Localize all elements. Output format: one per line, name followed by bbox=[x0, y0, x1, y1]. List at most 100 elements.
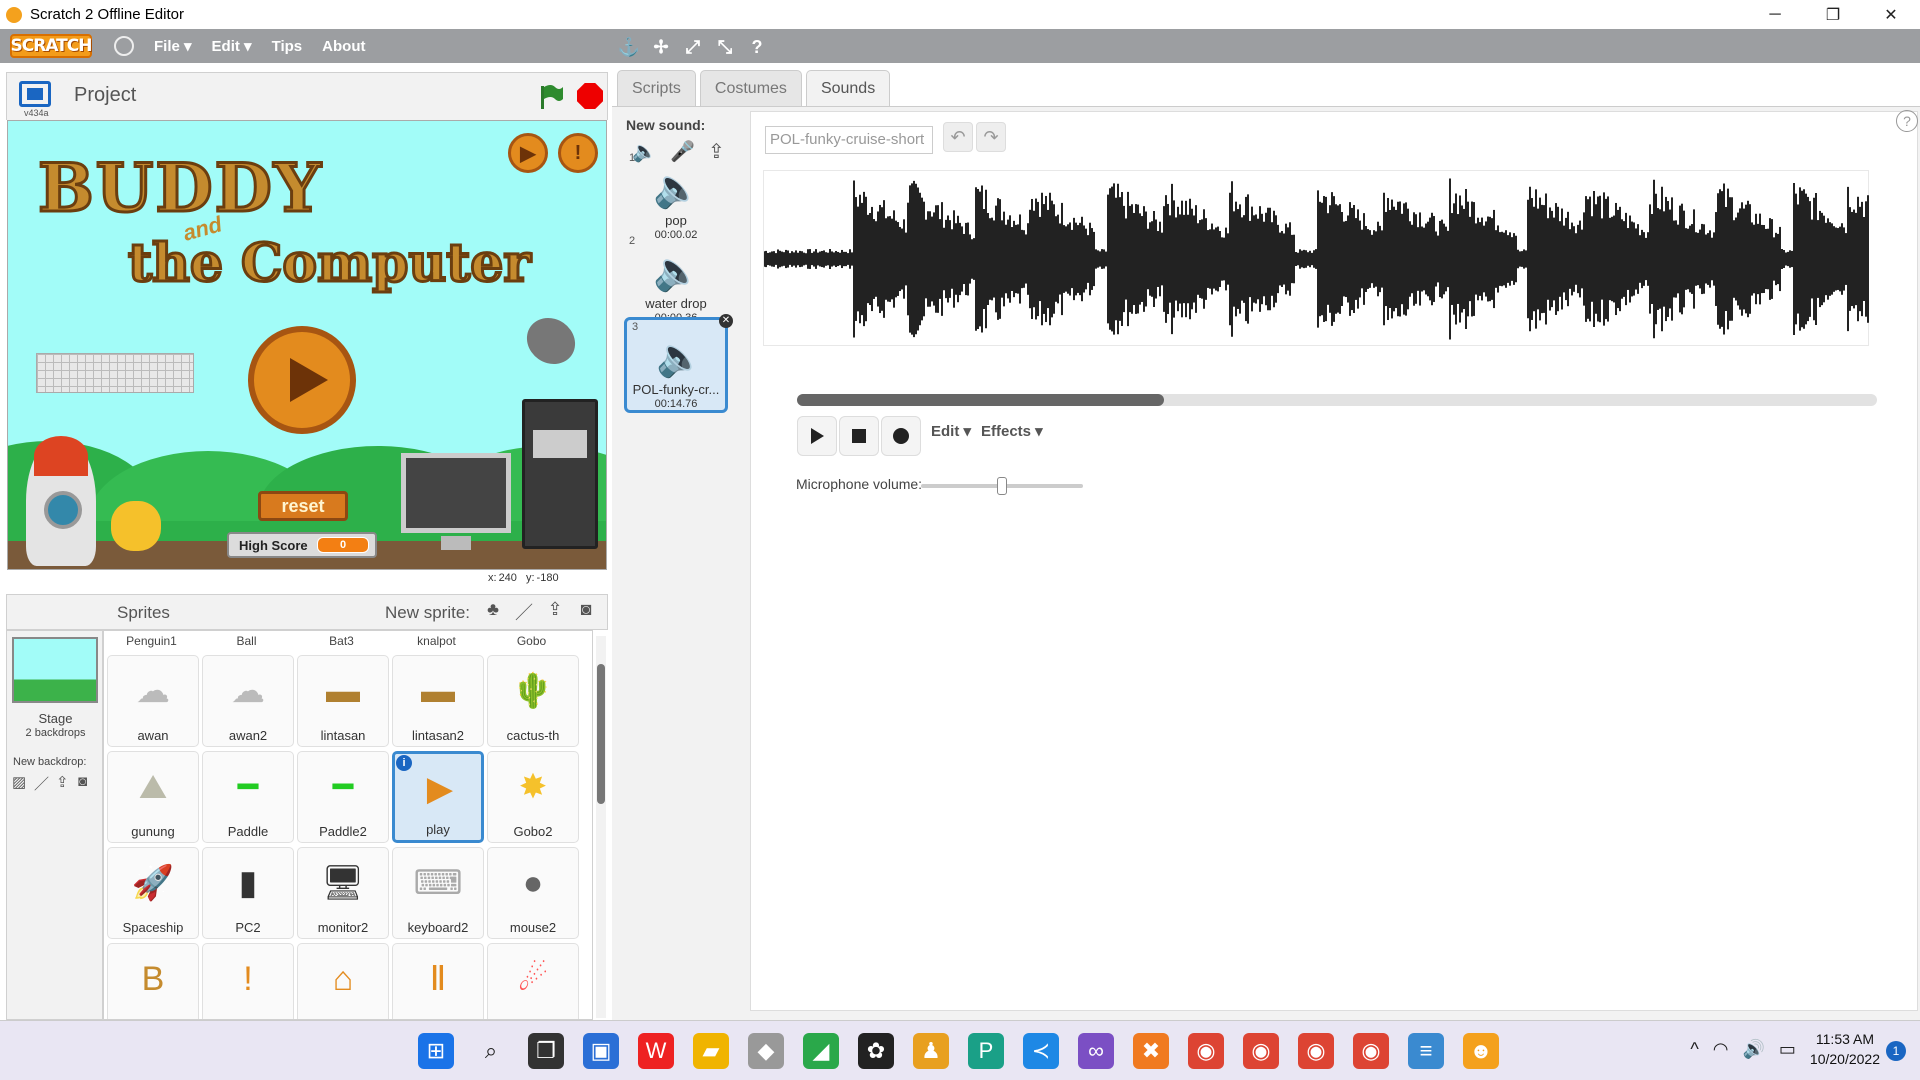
paint-sprite-icon[interactable]: ／ bbox=[513, 599, 535, 623]
pc-sprite[interactable] bbox=[522, 399, 598, 549]
box-app-icon[interactable]: ◆ bbox=[748, 1033, 784, 1069]
info-button-sprite[interactable]: ! bbox=[558, 133, 598, 173]
monitor-sprite[interactable] bbox=[401, 453, 511, 550]
grow-icon[interactable]: ⤢ bbox=[682, 36, 704, 58]
camera-sprite-icon[interactable]: ◙ bbox=[575, 599, 597, 623]
sprite-tile[interactable]: 🚀 Spaceship bbox=[107, 847, 199, 939]
sound-button-sprite[interactable]: ▶ bbox=[508, 133, 548, 173]
sound-edit-menu[interactable]: Edit ▾ bbox=[931, 422, 971, 440]
wps-office-icon[interactable]: W bbox=[638, 1033, 674, 1069]
linux-icon[interactable]: ♟ bbox=[913, 1033, 949, 1069]
scratch-taskbar-icon[interactable]: ☻ bbox=[1463, 1033, 1499, 1069]
shrink-icon[interactable]: ⤡ bbox=[714, 36, 736, 58]
sound-name-field[interactable]: POL-funky-cruise-short bbox=[765, 126, 933, 154]
sprite-scroll-thumb[interactable] bbox=[597, 664, 605, 804]
sprite-tile[interactable]: Ⅱ bbox=[392, 943, 484, 1019]
pycharm-icon[interactable]: P bbox=[968, 1033, 1004, 1069]
mic-volume-knob[interactable] bbox=[997, 477, 1007, 495]
volume-icon[interactable]: 🔊 bbox=[1742, 1039, 1764, 1060]
clock[interactable]: 11:53 AM 10/20/2022 bbox=[1810, 1029, 1880, 1069]
help-icon[interactable]: ? bbox=[1896, 110, 1918, 132]
play-button-sprite[interactable] bbox=[248, 326, 356, 434]
sprite-info-icon[interactable]: i bbox=[396, 755, 412, 771]
sprite-tile[interactable]: ▶ play i bbox=[392, 751, 484, 843]
visual-studio-icon[interactable]: ∞ bbox=[1078, 1033, 1114, 1069]
sprite-tile[interactable]: 🌵 cactus-th bbox=[487, 655, 579, 747]
sprite-tile[interactable]: ☁ awan bbox=[107, 655, 199, 747]
sprite-tile[interactable]: ☄ bbox=[487, 943, 579, 1019]
sprite-tile[interactable]: ● mouse2 bbox=[487, 847, 579, 939]
sprite-tile[interactable]: ! bbox=[202, 943, 294, 1019]
tab-costumes[interactable]: Costumes bbox=[699, 70, 802, 106]
sprite-tile[interactable]: ✸ Gobo2 bbox=[487, 751, 579, 843]
task-view-icon[interactable]: ❐ bbox=[528, 1033, 564, 1069]
sound-tile[interactable]: 2🔈water drop00:00.36 bbox=[624, 234, 728, 330]
sound-tile[interactable]: 3 🔈 POL-funky-cr... 00:14.76 ✕ bbox=[624, 314, 733, 413]
wifi-icon[interactable]: ◠ bbox=[1713, 1039, 1729, 1060]
language-globe-icon[interactable] bbox=[114, 36, 134, 56]
chrome-icon-3[interactable]: ◉ bbox=[1298, 1033, 1334, 1069]
stage-canvas[interactable]: BUDDY and the Computer ▶ ! reset High Sc… bbox=[7, 120, 607, 570]
stage-thumbnail[interactable] bbox=[12, 637, 98, 703]
chrome-icon-2[interactable]: ◉ bbox=[1243, 1033, 1279, 1069]
mouse-sprite[interactable] bbox=[517, 308, 585, 374]
duplicate-icon[interactable]: ⚓ bbox=[618, 36, 640, 58]
search-icon[interactable]: ⌕ bbox=[473, 1033, 509, 1069]
keyboard-sprite[interactable] bbox=[36, 353, 194, 393]
tab-sounds[interactable]: Sounds bbox=[805, 70, 891, 106]
sprite-tile[interactable]: 🖥 monitor2 bbox=[297, 847, 389, 939]
file-menu[interactable]: File ▾ bbox=[154, 37, 192, 55]
waveform[interactable] bbox=[763, 170, 1869, 346]
sprite-tile[interactable]: ⛰ gunung bbox=[107, 751, 199, 843]
delete-sound-icon[interactable]: ✕ bbox=[719, 314, 733, 328]
camera-backdrop-icon[interactable]: ◙ bbox=[78, 773, 96, 791]
sprite-tile[interactable]: ▬ lintasan2 bbox=[392, 655, 484, 747]
project-name[interactable]: Project bbox=[74, 84, 136, 107]
store-icon[interactable]: ▣ bbox=[583, 1033, 619, 1069]
waveform-scrollbar[interactable] bbox=[797, 394, 1877, 406]
upload-backdrop-icon[interactable]: ⇪ bbox=[56, 773, 74, 791]
spaceship-sprite[interactable] bbox=[26, 436, 96, 566]
sprite-scrollbar[interactable] bbox=[596, 636, 606, 1018]
sprite-tile[interactable]: ▮ PC2 bbox=[202, 847, 294, 939]
stop-sound-button[interactable] bbox=[839, 416, 879, 456]
start-icon[interactable]: ⊞ bbox=[418, 1033, 454, 1069]
notepad-icon[interactable]: ≡ bbox=[1408, 1033, 1444, 1069]
battery-icon[interactable]: ▭ bbox=[1779, 1039, 1796, 1060]
sprite-tile[interactable]: ▬ lintasan bbox=[297, 655, 389, 747]
close-button[interactable]: ✕ bbox=[1862, 0, 1920, 29]
record-sound-button[interactable] bbox=[881, 416, 921, 456]
restore-button[interactable]: ❐ bbox=[1804, 0, 1862, 29]
vscode-icon[interactable]: ≺ bbox=[1023, 1033, 1059, 1069]
tips-menu[interactable]: Tips bbox=[272, 38, 303, 55]
mic-volume-slider[interactable] bbox=[921, 477, 1083, 495]
sprite-tile[interactable]: ⌂ bbox=[297, 943, 389, 1019]
play-sound-button[interactable] bbox=[797, 416, 837, 456]
file-explorer-icon[interactable]: ▰ bbox=[693, 1033, 729, 1069]
sprite-tile[interactable]: ━ Paddle2 bbox=[297, 751, 389, 843]
green-app-icon[interactable]: ◢ bbox=[803, 1033, 839, 1069]
fullscreen-icon[interactable] bbox=[19, 81, 51, 107]
scratch-logo[interactable]: SCRATCH bbox=[10, 34, 92, 58]
delete-icon[interactable]: ✢ bbox=[650, 36, 672, 58]
redo-button[interactable]: ↷ bbox=[976, 122, 1006, 152]
backdrop-library-icon[interactable]: ▨ bbox=[12, 773, 30, 791]
undo-button[interactable]: ↶ bbox=[943, 122, 973, 152]
xampp-icon[interactable]: ✖ bbox=[1133, 1033, 1169, 1069]
sprite-tile[interactable]: ⌨ keyboard2 bbox=[392, 847, 484, 939]
tray-overflow-icon[interactable]: ^ bbox=[1690, 1039, 1698, 1060]
stop-icon[interactable] bbox=[577, 83, 603, 109]
sound-effects-menu[interactable]: Effects ▾ bbox=[981, 422, 1043, 440]
notification-badge[interactable]: 1 bbox=[1886, 1041, 1906, 1061]
sprite-tile[interactable]: ☁ awan2 bbox=[202, 655, 294, 747]
minimize-button[interactable]: ─ bbox=[1746, 0, 1804, 29]
davinci-icon[interactable]: ✿ bbox=[858, 1033, 894, 1069]
chrome-icon-4[interactable]: ◉ bbox=[1353, 1033, 1389, 1069]
gobo-sprite[interactable] bbox=[111, 501, 161, 551]
sound-tile[interactable]: 1 🔈 pop 00:00.02 bbox=[624, 151, 728, 247]
about-menu[interactable]: About bbox=[322, 38, 365, 55]
sprite-tile[interactable]: ━ Paddle bbox=[202, 751, 294, 843]
chrome-icon-1[interactable]: ◉ bbox=[1188, 1033, 1224, 1069]
green-flag-icon[interactable] bbox=[537, 83, 565, 111]
tab-scripts[interactable]: Scripts bbox=[617, 70, 696, 106]
